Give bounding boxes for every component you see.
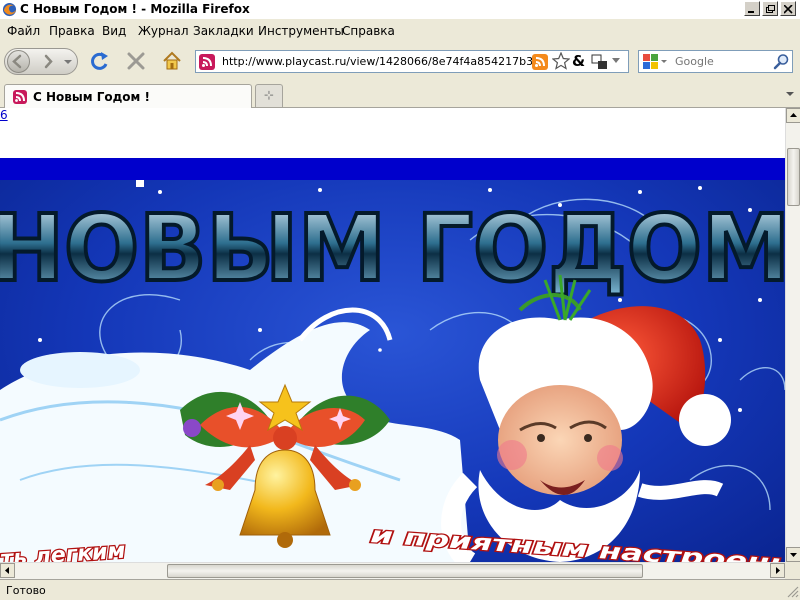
back-forward-group [4, 48, 78, 75]
stop-icon[interactable] [125, 50, 147, 72]
arrow-right-icon [776, 567, 780, 574]
vertical-scroll-thumb[interactable] [787, 148, 800, 206]
address-bar[interactable]: http://www.playcast.ru/view/1428066/8e74… [195, 50, 629, 73]
scroll-down-button[interactable] [786, 547, 800, 562]
url-text[interactable]: http://www.playcast.ru/view/1428066/8e74… [222, 55, 532, 68]
horizontal-scroll-thumb[interactable] [167, 564, 643, 578]
arrow-left-icon [5, 567, 9, 574]
tab-list-icon[interactable] [783, 85, 797, 103]
page-link[interactable]: 6 [0, 108, 8, 122]
tab-active[interactable]: С Новым Годом ! [4, 84, 252, 108]
menu-tools[interactable]: Инструменты [258, 24, 344, 38]
magnifier-icon[interactable] [773, 53, 790, 70]
new-tab-button[interactable]: ⊹ [255, 84, 283, 107]
menu-bookmarks[interactable]: Закладки [193, 24, 254, 38]
menu-view[interactable]: Вид [102, 24, 126, 38]
url-dropdown-icon[interactable] [612, 58, 620, 64]
close-icon [784, 5, 793, 14]
search-input[interactable] [675, 52, 771, 70]
tab-label: С Новым Годом ! [33, 90, 150, 104]
minimize-button[interactable] [744, 1, 760, 16]
ampersand-icon[interactable]: & [572, 52, 585, 70]
menu-edit[interactable]: Правка [49, 24, 95, 38]
sparkle [136, 180, 144, 187]
firefox-icon [2, 2, 17, 17]
reload-icon[interactable] [89, 50, 111, 72]
title-bar[interactable]: С Новым Годом ! - Mozilla Firefox [0, 0, 800, 19]
home-icon[interactable] [161, 50, 183, 72]
page-content: 6 НОВЫМ ГОДОМ ть легким и приятным настр… [0, 108, 785, 562]
santa-illustration [441, 274, 731, 562]
back-button[interactable] [7, 50, 30, 73]
vertical-scrollbar[interactable] [785, 108, 800, 562]
close-button[interactable] [780, 1, 796, 16]
blue-band [0, 158, 785, 181]
maximize-button[interactable] [762, 1, 778, 16]
menu-file[interactable]: Файл [7, 24, 40, 38]
scrollbar-corner [785, 562, 800, 579]
new-year-card: НОВЫМ ГОДОМ ть легким и приятным настрое… [0, 180, 785, 562]
arrow-down-icon [790, 553, 797, 557]
tab-favicon [13, 90, 27, 104]
menu-help[interactable]: Справка [342, 24, 395, 38]
resize-grip-icon[interactable] [785, 584, 799, 598]
scroll-right-button[interactable] [770, 563, 785, 578]
forward-arrow-icon [44, 54, 53, 69]
search-engine-selector[interactable] [642, 53, 668, 70]
status-text: Готово [6, 584, 46, 597]
bookmark-star-icon[interactable] [552, 52, 570, 70]
google-icon [643, 54, 667, 69]
maximize-icon [766, 5, 775, 13]
forward-button[interactable] [38, 52, 58, 71]
horizontal-scrollbar[interactable] [0, 562, 785, 579]
card-headline: НОВЫМ ГОДОМ [0, 195, 785, 302]
search-bar[interactable] [638, 50, 793, 73]
minimize-icon [748, 11, 754, 13]
scroll-up-button[interactable] [786, 108, 800, 123]
tab-strip: С Новым Годом ! ⊹ [0, 80, 800, 108]
new-tab-icon: ⊹ [264, 88, 275, 102]
scroll-left-button[interactable] [0, 563, 15, 578]
status-bar: Готово [0, 579, 800, 600]
history-dropdown-icon[interactable] [63, 58, 73, 66]
rss-icon[interactable] [532, 54, 548, 70]
menu-bar: Файл Правка Вид Журнал Закладки Инструме… [0, 19, 800, 43]
translate-icon[interactable] [591, 53, 609, 71]
back-arrow-icon [12, 54, 22, 69]
menu-history[interactable]: Журнал [138, 24, 189, 38]
window-title: С Новым Годом ! - Mozilla Firefox [20, 2, 250, 16]
site-favicon [199, 54, 215, 70]
arrow-up-icon [790, 113, 797, 117]
card-artwork: НОВЫМ ГОДОМ ть легким и приятным настрое… [0, 180, 785, 562]
